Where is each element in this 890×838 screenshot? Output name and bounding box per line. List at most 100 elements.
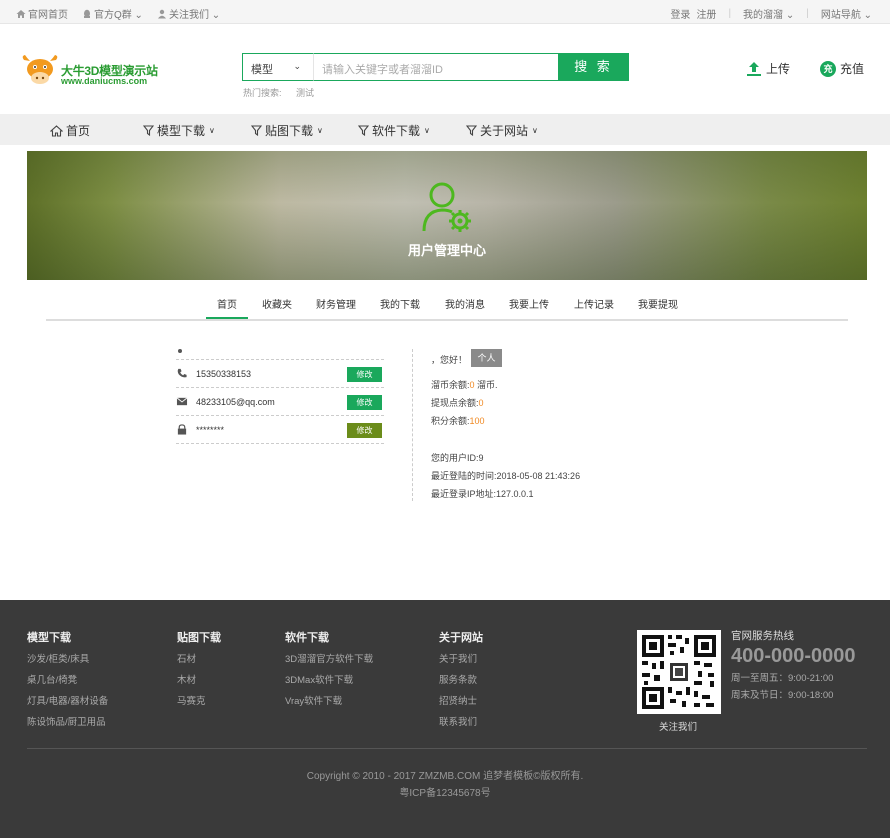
search-category-select[interactable]: 模型 ⌄ bbox=[242, 53, 314, 81]
chevron-down-icon: ⌄ bbox=[860, 10, 872, 21]
nav-label: 软件下载 bbox=[372, 124, 421, 138]
hot-search-term[interactable]: 测试 bbox=[296, 88, 314, 98]
hotline-number: 400-000-0000 bbox=[731, 645, 856, 667]
nav-label: 关于网站 bbox=[480, 124, 529, 138]
modify-email-button[interactable]: 修改 bbox=[347, 395, 382, 410]
icp-text: 粤ICP备12345678号 bbox=[399, 788, 491, 799]
nav-item-about[interactable]: 关于网站 ∨ bbox=[466, 122, 538, 139]
phone-row: 15350338153 修改 bbox=[176, 360, 384, 388]
footer-link[interactable]: 沙发/柜类/床具 bbox=[27, 651, 89, 665]
withdraw-balance: 提现点余额:0 bbox=[431, 396, 484, 409]
tab-upload[interactable]: 我要上传 bbox=[509, 296, 549, 311]
topbar-home-link[interactable]: 官网首页 bbox=[16, 6, 68, 21]
chevron-down-icon: ∨ bbox=[424, 126, 430, 135]
tab-home[interactable]: 首页 bbox=[217, 296, 237, 311]
nav-item-textures[interactable]: 贴图下载 ∨ bbox=[251, 122, 323, 139]
chevron-down-icon: ⌄ bbox=[131, 10, 143, 21]
user-icon bbox=[157, 9, 166, 19]
user-gear-icon bbox=[422, 182, 471, 232]
search-input[interactable]: 请输入关键字或者溜溜ID bbox=[314, 53, 559, 81]
copyright-text: Copyright © 2010 - 2017 ZMZMB.COM 追梦者模板©… bbox=[306, 771, 584, 782]
nav-item-home[interactable]: 首页 bbox=[50, 122, 90, 139]
avatar-dot-icon bbox=[178, 349, 182, 353]
email-value: 48233105@qq.com bbox=[196, 397, 275, 407]
search-bar: 模型 ⌄ 请输入关键字或者溜溜ID 搜 索 bbox=[242, 53, 629, 81]
tab-withdraw[interactable]: 我要提现 bbox=[638, 296, 678, 311]
footer-col-title: 软件下载 bbox=[285, 632, 329, 644]
qr-code-icon bbox=[642, 635, 716, 709]
hot-searches: 热门搜索: 测试 bbox=[243, 86, 314, 99]
chevron-down-icon: ∨ bbox=[209, 126, 215, 135]
email-row: 48233105@qq.com 修改 bbox=[176, 388, 384, 416]
avatar-row bbox=[176, 348, 384, 360]
modify-password-button[interactable]: 修改 bbox=[347, 423, 382, 438]
upload-icon bbox=[747, 61, 761, 76]
search-button[interactable]: 搜 索 bbox=[558, 53, 629, 81]
points-balance: 积分余额:100 bbox=[431, 414, 485, 427]
footer-link[interactable]: 马赛克 bbox=[177, 693, 206, 707]
my-zone-label: 我的溜溜 bbox=[743, 10, 784, 21]
footer-link[interactable]: 石材 bbox=[177, 651, 196, 665]
home-icon bbox=[16, 10, 26, 18]
filter-icon bbox=[251, 125, 262, 136]
topbar-follow-label: 关注我们 bbox=[168, 10, 209, 21]
footer-link[interactable]: 联系我们 bbox=[439, 714, 477, 728]
footer-link[interactable]: 3D溜溜官方软件下载 bbox=[285, 651, 373, 665]
footer-link[interactable]: 3DMax软件下载 bbox=[285, 672, 353, 686]
user-id-text: 您的用户ID:9 bbox=[431, 453, 484, 463]
filter-icon bbox=[143, 125, 154, 136]
hours-weekend: 周末及节日：9:00-18:00 bbox=[731, 690, 834, 701]
tab-favorites[interactable]: 收藏夹 bbox=[262, 296, 292, 311]
nav-item-software[interactable]: 软件下载 ∨ bbox=[358, 122, 430, 139]
points-label: 积分余额: bbox=[431, 416, 470, 426]
password-row: ******** 修改 bbox=[176, 416, 384, 444]
footer-link[interactable]: Vray软件下载 bbox=[285, 693, 342, 707]
chevron-down-icon: ⌄ bbox=[783, 10, 795, 21]
nav-label: 贴图下载 bbox=[265, 124, 314, 138]
user-center-banner bbox=[27, 151, 867, 280]
upload-label: 上传 bbox=[766, 62, 791, 76]
footer-link[interactable]: 关于我们 bbox=[439, 651, 477, 665]
withdraw-label: 提现点余额: bbox=[431, 398, 479, 408]
panel-divider bbox=[412, 349, 413, 501]
topbar-qq-link[interactable]: 官方Q群 ⌄ bbox=[82, 6, 143, 21]
footer-link[interactable]: 招贤纳士 bbox=[439, 693, 477, 707]
tab-upload-history[interactable]: 上传记录 bbox=[574, 296, 614, 311]
divider: | bbox=[728, 8, 732, 19]
footer-divider bbox=[27, 748, 867, 749]
site-logo[interactable]: 大牛3D模型演示站 www.daniucms.com bbox=[21, 54, 161, 88]
footer-link[interactable]: 桌几台/椅凳 bbox=[27, 672, 77, 686]
logo-url: www.daniucms.com bbox=[61, 76, 148, 86]
filter-icon bbox=[358, 125, 369, 136]
coin-value: 0 bbox=[469, 380, 475, 390]
footer-link[interactable]: 灯具/电器/器材设备 bbox=[27, 693, 108, 707]
upload-button[interactable]: 上传 bbox=[746, 60, 790, 77]
cow-logo-icon bbox=[22, 55, 58, 84]
modify-phone-button[interactable]: 修改 bbox=[347, 367, 382, 382]
login-link[interactable]: 登录 bbox=[670, 6, 690, 21]
site-nav-link[interactable]: 网站导航 ⌄ bbox=[821, 6, 872, 21]
nav-item-models[interactable]: 模型下载 ∨ bbox=[143, 122, 215, 139]
chevron-down-icon: ⌄ bbox=[293, 61, 301, 71]
nav-label: 模型下载 bbox=[157, 124, 206, 138]
user-center-tabs: 首页 收藏夹 财务管理 我的下载 我的消息 我要上传 上传记录 我要提现 bbox=[46, 292, 848, 321]
coin-unit: 溜币. bbox=[477, 380, 498, 390]
main-nav: 首页 模型下载 ∨ 贴图下载 ∨ 软件下载 ∨ 关于网站 ∨ bbox=[0, 114, 890, 145]
banner-title: 用户管理中心 bbox=[407, 243, 486, 258]
divider: | bbox=[806, 8, 809, 19]
footer-link[interactable]: 木材 bbox=[177, 672, 196, 686]
hot-search-label: 热门搜索: bbox=[243, 88, 282, 98]
footer-link[interactable]: 服务条款 bbox=[439, 672, 477, 686]
withdraw-value: 0 bbox=[478, 398, 484, 408]
recharge-button[interactable]: 充 充值 bbox=[820, 60, 864, 77]
tab-my-messages[interactable]: 我的消息 bbox=[445, 296, 485, 311]
lock-icon bbox=[177, 424, 187, 435]
chevron-down-icon: ⌄ bbox=[208, 10, 221, 21]
tab-finance[interactable]: 财务管理 bbox=[316, 296, 356, 311]
tab-my-downloads[interactable]: 我的下载 bbox=[380, 296, 420, 311]
my-zone-link[interactable]: 我的溜溜 ⌄ bbox=[743, 6, 794, 21]
topbar-follow-link[interactable]: 关注我们 ⌄ bbox=[157, 6, 220, 21]
phone-value: 15350338153 bbox=[196, 369, 252, 379]
register-link[interactable]: 注册 bbox=[696, 6, 716, 21]
footer-link[interactable]: 陈设饰品/厨卫用品 bbox=[27, 714, 106, 728]
